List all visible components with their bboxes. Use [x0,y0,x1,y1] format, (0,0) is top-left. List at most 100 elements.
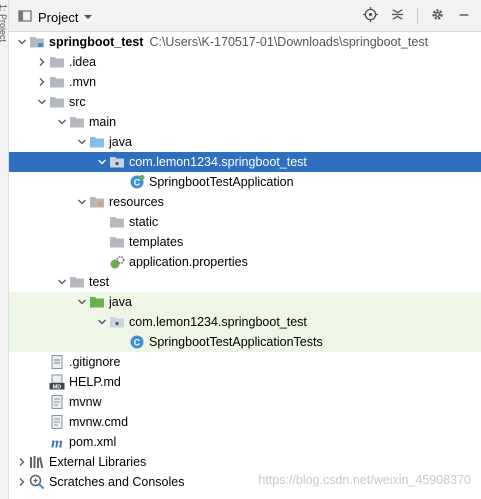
svg-text:C: C [134,178,141,188]
tree-node-label: .mvn [69,75,97,89]
tree-node-mvnw[interactable]: mvnw [9,392,481,412]
text-file-icon [49,414,65,430]
chevron-down-icon[interactable] [75,297,89,307]
tree-node-main-java[interactable]: java [9,132,481,152]
folder-icon [109,234,125,250]
tree-node-label: External Libraries [49,455,147,469]
tree-node-application-properties[interactable]: application.properties [9,252,481,272]
tree-node-static[interactable]: static [9,212,481,232]
settings-icon[interactable] [430,7,445,25]
chevron-down-icon[interactable] [35,97,49,107]
chevron-down-icon[interactable] [75,137,89,147]
chevron-down-icon[interactable] [95,317,109,327]
spring-boot-class-icon: C [129,174,145,190]
folder-icon [109,214,125,230]
tree-node-label: .idea [69,55,97,69]
tree-node-label: src [69,95,86,109]
tree-node-label: pom.xml [69,435,117,449]
dropdown-icon[interactable] [83,11,93,25]
tree-node-label: mvnw [69,395,102,409]
tree-node-label: templates [129,235,184,249]
tree-node-label: java [109,295,132,309]
tree-node-main[interactable]: main [9,112,481,132]
header-separator [417,8,418,24]
chevron-down-icon[interactable] [55,277,69,287]
project-panel-header: Project [9,0,481,32]
tree-node-label: com.lemon1234.springboot_test [129,315,307,329]
package-icon [109,314,125,330]
svg-text:MD: MD [53,384,62,390]
chevron-down-icon[interactable] [75,197,89,207]
tree-node-label: HELP.md [69,375,121,389]
locate-icon[interactable] [363,7,378,25]
tree-node-root[interactable]: springboot_test C:\Users\K-170517-01\Dow… [9,32,481,52]
project-tool-label[interactable]: 1: Project [0,4,8,44]
tree-node-label: mvnw.cmd [69,415,129,429]
scratches-icon [29,474,45,490]
tree-node-test-java[interactable]: java [9,292,481,312]
test-class-icon: C [129,334,145,350]
maven-icon: m [49,434,65,451]
tree-node-main-package[interactable]: com.lemon1234.springboot_test [9,152,481,172]
folder-icon [49,74,65,90]
chevron-right-icon[interactable] [35,57,49,67]
folder-icon [49,94,65,110]
tree-node-label: static [129,215,159,229]
tree-node-test-class[interactable]: C SpringbootTestApplicationTests [9,332,481,352]
view-title: Project [38,10,79,25]
library-icon [29,454,45,470]
tree-node-help-md[interactable]: MD HELP.md [9,372,481,392]
tree-node-label: application.properties [129,255,248,269]
svg-text:m: m [51,436,63,451]
project-path: C:\Users\K-170517-01\Downloads\springboo… [149,35,429,49]
tree-node-templates[interactable]: templates [9,232,481,252]
folder-icon [69,114,85,130]
tree-node-pom-xml[interactable]: m pom.xml [9,432,481,452]
tree-node-src[interactable]: src [9,92,481,112]
tree-node-label: SpringbootTestApplicationTests [149,335,323,349]
collapse-all-icon[interactable] [390,7,405,25]
source-folder-icon [89,134,105,150]
chevron-right-icon[interactable] [35,77,49,87]
spring-properties-icon [109,254,125,270]
tree-node-label: com.lemon1234.springboot_test [129,155,307,169]
resources-folder-icon [89,194,105,210]
tree-node-test[interactable]: test [9,272,481,292]
test-source-folder-icon [89,294,105,310]
module-folder-icon [29,34,45,50]
project-tool-strip[interactable]: 1: Project [0,0,9,499]
project-view-icon [17,8,33,27]
chevron-down-icon[interactable] [95,157,109,167]
text-file-icon [49,394,65,410]
watermark-text: https://blog.csdn.net/weixin_45908370 [258,473,471,487]
package-icon [109,154,125,170]
tree-node-label: .gitignore [69,355,121,369]
folder-icon [49,54,65,70]
hide-icon[interactable] [457,8,471,25]
tree-node-mvnw-cmd[interactable]: mvnw.cmd [9,412,481,432]
svg-text:C: C [134,338,141,348]
chevron-down-icon[interactable] [55,117,69,127]
tree-node-external-libraries[interactable]: External Libraries [9,452,481,472]
tree-node-test-package[interactable]: com.lemon1234.springboot_test [9,312,481,332]
tree-node-main-class[interactable]: C SpringbootTestApplication [9,172,481,192]
folder-icon [69,274,85,290]
markdown-file-icon: MD [49,374,65,390]
tree-node-label: Scratches and Consoles [49,475,185,489]
view-selector[interactable]: Project [17,8,93,27]
gitignore-file-icon [49,354,65,370]
chevron-right-icon[interactable] [15,457,29,467]
tree-node-idea[interactable]: .idea [9,52,481,72]
tree-node-mvn[interactable]: .mvn [9,72,481,92]
chevron-right-icon[interactable] [15,477,29,487]
tree-node-label: java [109,135,132,149]
tree-node-label: test [89,275,110,289]
project-name: springboot_test [49,35,144,49]
tree-node-label: SpringbootTestApplication [149,175,294,189]
tree-node-resources[interactable]: resources [9,192,481,212]
chevron-down-icon[interactable] [15,37,29,47]
tree-node-label: main [89,115,117,129]
project-tree: springboot_test C:\Users\K-170517-01\Dow… [9,32,481,492]
tree-node-label: resources [109,195,164,209]
tree-node-gitignore[interactable]: .gitignore [9,352,481,372]
